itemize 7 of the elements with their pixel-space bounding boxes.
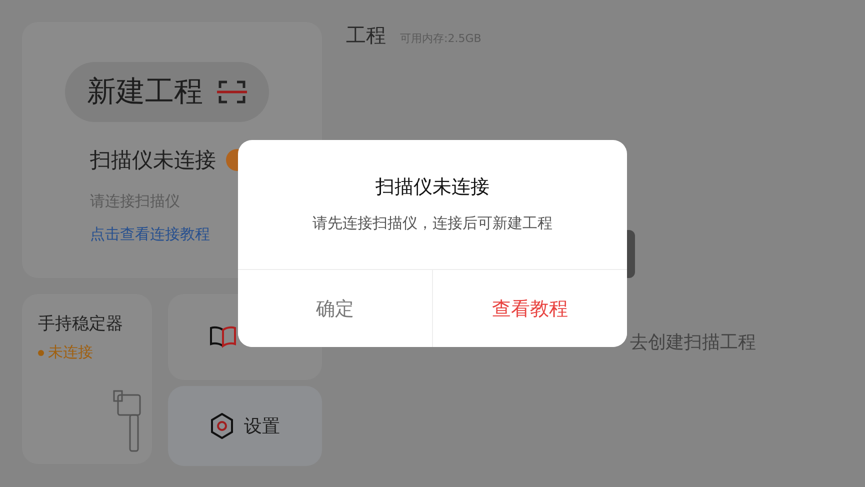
empty-hint: 去创建扫描工程 [630,331,756,354]
dialog-title: 扫描仪未连接 [374,175,490,200]
page-title: 工程 [346,22,386,49]
scanner-status: 扫描仪未连接 [90,147,216,174]
dialog-message: 请先连接扫描仪，连接后可新建工程 [312,214,554,233]
stabilizer-title: 手持稳定器 [38,313,124,335]
stabilizer-status: 未连接 [38,343,152,362]
